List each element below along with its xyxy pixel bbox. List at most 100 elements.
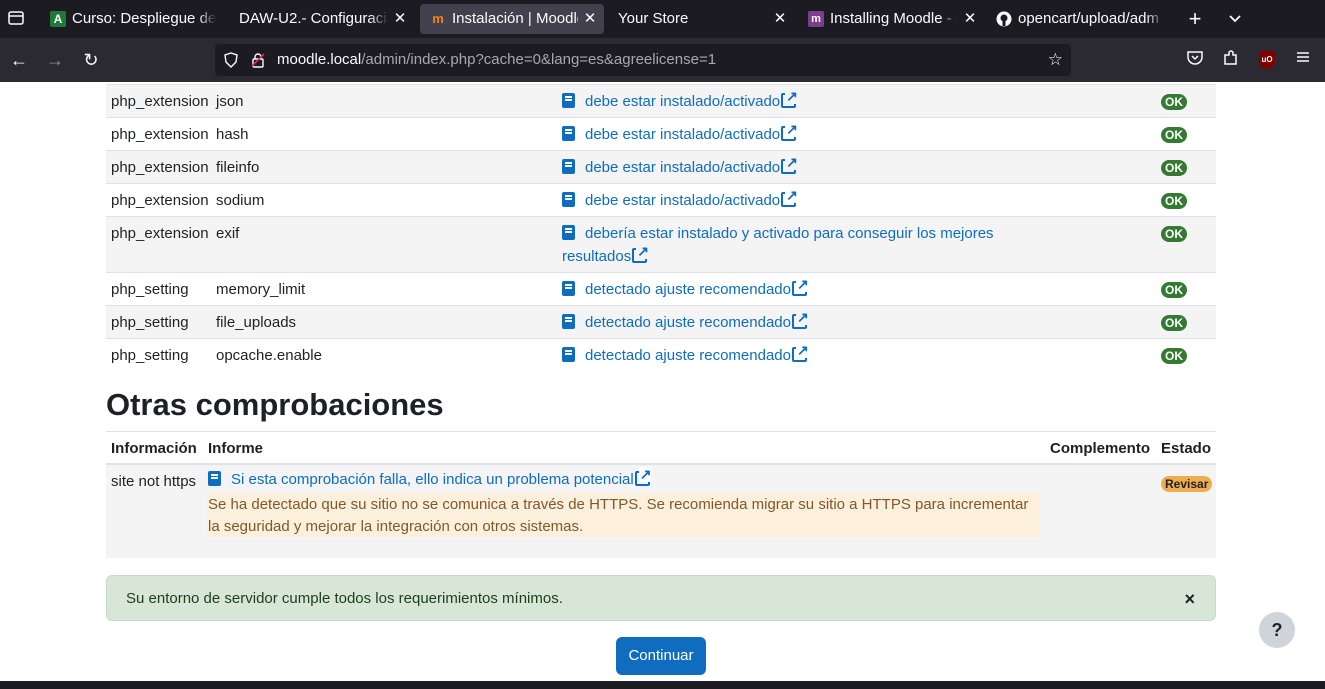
row-report: Si esta comprobación falla, ello indica … <box>208 467 652 488</box>
continue-button[interactable]: Continuar <box>616 637 706 675</box>
shield-icon[interactable] <box>223 52 239 68</box>
row-type: php_setting <box>111 347 189 364</box>
tab-close-icon[interactable]: ✕ <box>392 4 408 34</box>
row-name: file_uploads <box>216 314 297 331</box>
docs-link[interactable]: debe estar instalado/activado <box>585 93 780 110</box>
tab-close-icon[interactable]: ✕ <box>962 4 978 34</box>
status-badge: OK <box>1161 193 1187 209</box>
tab-instalacion-moodle[interactable]: m Instalación | Moodle ✕ <box>420 4 604 34</box>
tab-close-icon[interactable]: ✕ <box>582 4 598 34</box>
row-status: OK <box>1161 347 1187 364</box>
row-report: debe estar instalado/activado <box>562 89 1002 113</box>
column-header-status: Estado <box>1161 440 1212 457</box>
docs-link[interactable]: detectado ajuste recomendado <box>585 314 791 331</box>
insecure-lock-icon[interactable] <box>250 52 266 68</box>
table-row: php_extension exif debería estar instala… <box>106 216 1216 272</box>
window-bottom-border <box>0 681 1325 689</box>
tab-opencart-github[interactable]: opencart/upload/adm <box>986 4 1172 34</box>
tab-title: Instalación | Moodle <box>452 10 578 27</box>
status-badge: OK <box>1161 348 1187 364</box>
external-link-icon[interactable] <box>781 188 798 207</box>
status-badge: OK <box>1161 282 1187 298</box>
tab-installing-moodle[interactable]: m Installing Moodle - M ✕ <box>798 4 984 34</box>
table-row: php_extension json debe estar instalado/… <box>106 84 1216 117</box>
row-type: php_extension <box>111 225 209 242</box>
navigation-toolbar: ← → ↻ moodle.local/admin/index.php?cache… <box>0 38 1325 82</box>
docs-link[interactable]: detectado ajuste recomendado <box>585 281 791 298</box>
status-badge: OK <box>1161 226 1187 242</box>
docs-link[interactable]: detectado ajuste recomendado <box>585 347 791 364</box>
status-badge: OK <box>1161 94 1187 110</box>
extensions-puzzle-icon[interactable] <box>1220 49 1242 71</box>
row-name: hash <box>216 126 249 143</box>
forward-arrow-icon[interactable]: → <box>44 49 66 71</box>
book-icon <box>562 126 575 141</box>
status-badge: OK <box>1161 315 1187 331</box>
row-type: php_extension <box>111 192 209 209</box>
pocket-icon[interactable] <box>1184 49 1206 71</box>
row-report: detectado ajuste recomendado <box>562 343 1002 367</box>
address-bar[interactable]: moodle.local/admin/index.php?cache=0&lan… <box>215 44 1071 76</box>
row-status: OK <box>1161 225 1187 242</box>
other-checks-table-header: Información Informe Complemento Estado <box>106 431 1216 465</box>
https-warning-text: Se ha detectado que su sitio no se comun… <box>207 493 1040 537</box>
help-button[interactable]: ? <box>1259 612 1295 648</box>
bookmark-star-icon[interactable]: ☆ <box>1048 50 1063 70</box>
external-link-icon[interactable] <box>781 155 798 174</box>
book-icon <box>562 192 575 207</box>
success-alert: Su entorno de servidor cumple todos los … <box>106 575 1216 621</box>
book-icon <box>562 225 575 240</box>
external-link-icon[interactable] <box>781 89 798 108</box>
row-status: OK <box>1161 159 1187 176</box>
book-icon <box>562 93 575 108</box>
tab-close-icon[interactable]: ✕ <box>772 4 788 34</box>
table-row: php_setting opcache.enable detectado aju… <box>106 338 1216 371</box>
row-status: OK <box>1161 281 1187 298</box>
ublock-origin-icon[interactable]: uO <box>1256 49 1278 71</box>
back-arrow-icon[interactable]: ← <box>8 49 30 71</box>
external-link-icon[interactable] <box>781 122 798 141</box>
url-text[interactable]: moodle.local/admin/index.php?cache=0&lan… <box>277 51 716 68</box>
row-name: memory_limit <box>216 281 306 298</box>
row-type: php_extension <box>111 93 209 110</box>
tab-title: DAW-U2.- Configuración <box>239 4 388 34</box>
tab-curso[interactable]: A Curso: Despliegue de <box>40 4 224 34</box>
row-type: php_setting <box>111 281 189 298</box>
external-link-icon[interactable] <box>791 310 809 329</box>
book-icon <box>208 471 221 486</box>
page-content: php_extension json debe estar instalado/… <box>0 82 1325 681</box>
row-name: fileinfo <box>216 159 260 176</box>
tab-favicon-icon: A <box>50 11 66 27</box>
status-badge: Revisar <box>1161 476 1213 492</box>
row-report: debería estar instalado y activado para … <box>562 222 1002 268</box>
tab-daw[interactable]: DAW-U2.- Configuración ✕ <box>228 4 414 34</box>
firefox-view-icon[interactable] <box>6 9 26 29</box>
tab-title: Curso: Despliegue de <box>72 4 216 34</box>
close-icon[interactable]: × <box>1184 590 1195 608</box>
external-link-icon[interactable] <box>791 343 809 362</box>
menu-hamburger-icon[interactable] <box>1292 49 1314 71</box>
tab-your-store[interactable]: Your Store ✕ <box>608 4 794 34</box>
external-link-icon[interactable] <box>632 244 649 263</box>
row-name: json <box>216 93 244 110</box>
row-name: opcache.enable <box>216 347 322 364</box>
docs-link[interactable]: debería estar instalado y activado para … <box>562 225 994 265</box>
row-report: debe estar instalado/activado <box>562 122 1002 146</box>
docs-link[interactable]: debe estar instalado/activado <box>585 192 780 209</box>
external-link-icon[interactable] <box>791 277 809 296</box>
table-row: php_setting memory_limit detectado ajust… <box>106 272 1216 305</box>
new-tab-icon[interactable]: + <box>1184 6 1206 32</box>
status-badge: OK <box>1161 127 1187 143</box>
tab-bar: A Curso: Despliegue de DAW-U2.- Configur… <box>0 0 1325 38</box>
tab-list-chevron-down-icon[interactable] <box>1225 8 1245 30</box>
reload-icon[interactable]: ↻ <box>80 49 102 71</box>
url-path: /admin/index.php?cache=0&lang=es&agreeli… <box>361 51 717 68</box>
external-link-icon[interactable] <box>634 467 652 486</box>
tab-title: Installing Moodle - M <box>830 4 958 34</box>
column-header-report: Informe <box>208 440 264 457</box>
docs-link[interactable]: debe estar instalado/activado <box>585 159 780 176</box>
docs-link[interactable]: Si esta comprobación falla, ello indica … <box>231 471 634 488</box>
table-row: php_setting file_uploads detectado ajust… <box>106 305 1216 338</box>
docs-link[interactable]: debe estar instalado/activado <box>585 126 780 143</box>
row-info: site not https <box>111 473 197 490</box>
